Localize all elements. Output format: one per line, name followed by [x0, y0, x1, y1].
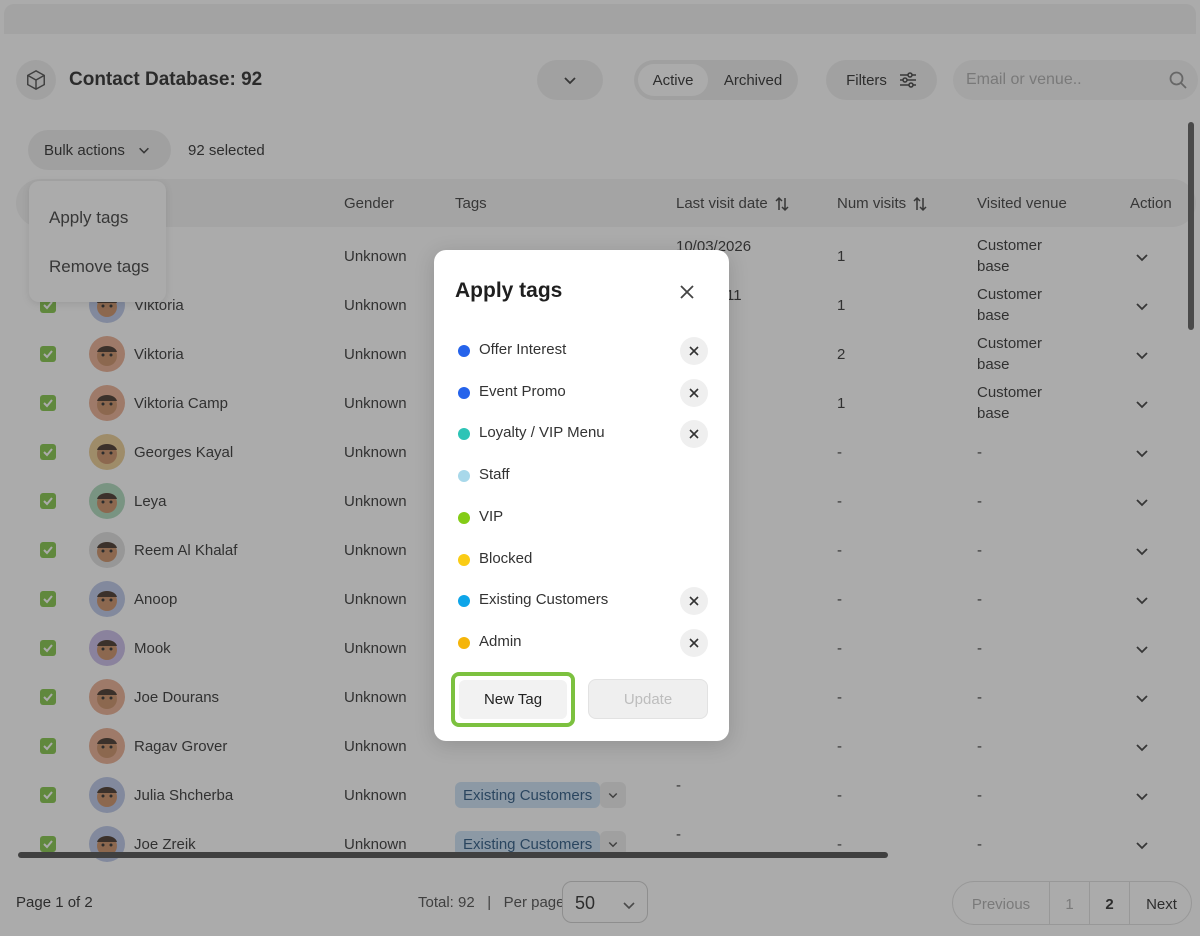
new-tag-label: New Tag	[459, 680, 567, 719]
apply-tags-modal: Apply tags Offer Interest Event Promo Lo…	[434, 250, 729, 741]
remove-tag-button[interactable]	[680, 337, 708, 365]
remove-tag-button[interactable]	[680, 378, 708, 407]
tag-color-dot	[458, 595, 470, 608]
close-icon	[689, 346, 699, 356]
remove-tag-button[interactable]	[680, 587, 708, 616]
tag-name: Staff	[479, 466, 510, 484]
tag-name: VIP	[479, 507, 504, 525]
close-button[interactable]	[675, 280, 699, 304]
tag-option[interactable]: Event Promo	[434, 372, 729, 414]
tag-name: Existing Customers	[479, 591, 609, 609]
tag-option[interactable]: Loyalty / VIP Menu	[434, 413, 729, 455]
tag-option[interactable]: Staff	[434, 455, 729, 497]
close-icon	[689, 596, 699, 606]
close-icon	[689, 388, 699, 398]
tag-name: Event Promo	[479, 382, 566, 400]
update-button[interactable]: Update	[588, 679, 708, 719]
tag-color-dot	[458, 386, 470, 399]
tag-color-dot	[458, 511, 470, 524]
remove-tag-button[interactable]	[680, 628, 708, 657]
tag-option[interactable]: Blocked	[434, 539, 729, 581]
new-tag-button[interactable]: New Tag	[451, 672, 575, 727]
tag-color-dot	[458, 428, 470, 441]
tag-color-dot	[458, 470, 470, 483]
tag-option[interactable]: Existing Customers	[434, 580, 729, 622]
close-icon	[680, 285, 694, 299]
modal-title: Apply tags	[455, 279, 563, 302]
tag-option[interactable]: Admin	[434, 622, 729, 664]
tag-name: Offer Interest	[479, 341, 567, 358]
tag-name: Loyalty / VIP Menu	[479, 424, 605, 442]
tag-name: Blocked	[479, 549, 533, 567]
tag-color-dot	[458, 553, 470, 566]
tag-name: Admin	[479, 632, 522, 650]
remove-tag-button[interactable]	[680, 420, 708, 449]
close-icon	[689, 638, 699, 648]
close-icon	[689, 429, 699, 439]
tag-color-dot	[458, 345, 470, 357]
tag-option[interactable]: VIP	[434, 497, 729, 539]
tag-option[interactable]: Offer Interest	[434, 330, 729, 372]
tag-color-dot	[458, 636, 470, 649]
